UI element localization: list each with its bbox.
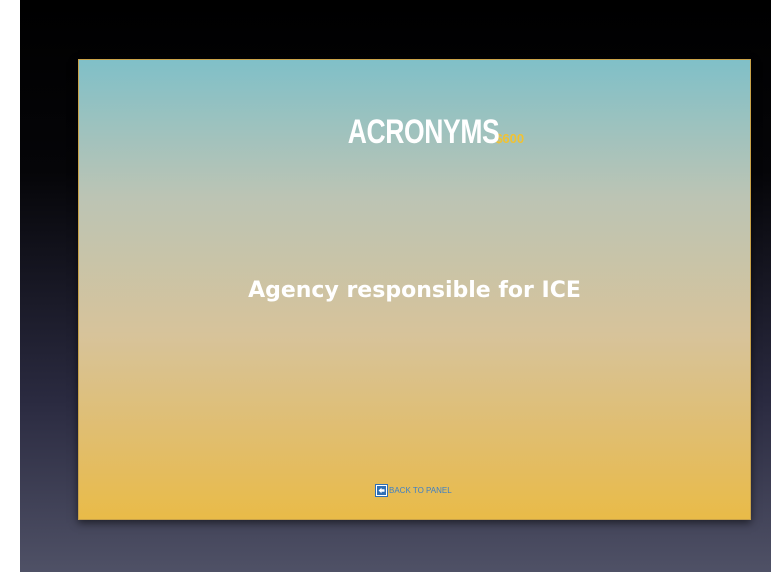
back-to-panel-label: BACK TO PANEL bbox=[389, 486, 452, 495]
back-to-panel-link[interactable]: BACK TO PANEL bbox=[376, 485, 452, 496]
question-text: Agency responsible for ICE bbox=[248, 278, 581, 303]
price-value: $600 bbox=[495, 131, 525, 146]
slide-title: ACRONYMS- $600 bbox=[79, 113, 750, 152]
presentation-background: ACRONYMS- $600 Agency responsible for IC… bbox=[20, 0, 771, 572]
category-title: ACRONYMS bbox=[347, 113, 500, 151]
jeopardy-question-slide: ACRONYMS- $600 Agency responsible for IC… bbox=[78, 59, 751, 520]
back-arrow-icon bbox=[376, 485, 387, 496]
